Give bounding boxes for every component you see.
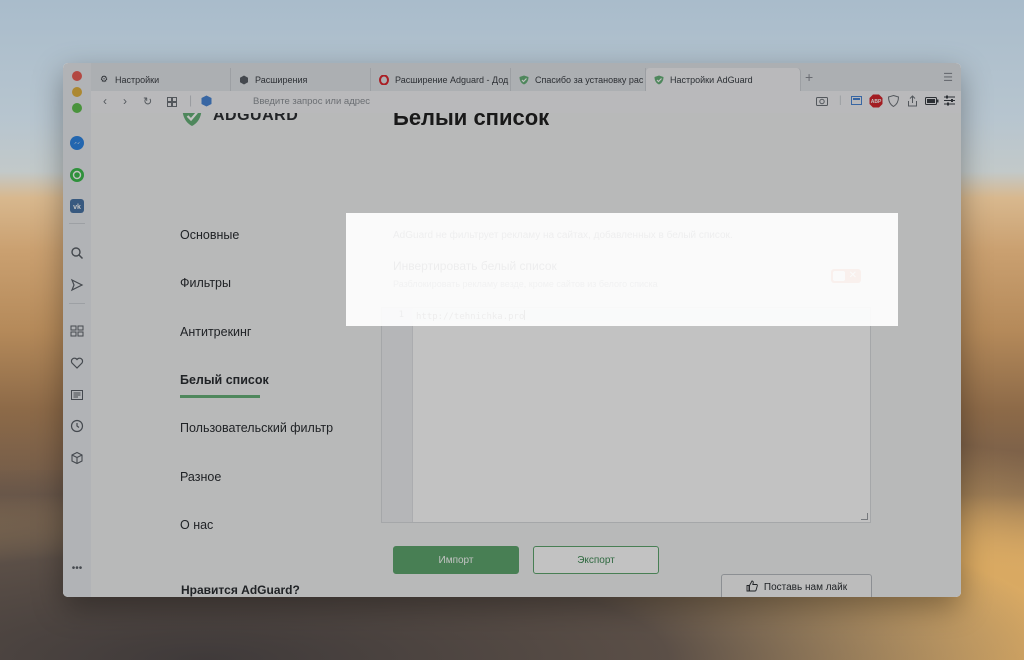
page-footer: Нравится AdGuard? Поставь нам лайк xyxy=(91,574,961,597)
reload-icon[interactable]: ↻ xyxy=(143,95,152,108)
adguard-settings-page: ADGUARD Белый список Основные Фильтры Ан… xyxy=(91,113,961,597)
toggle-knob xyxy=(833,271,845,281)
like-button[interactable]: Поставь нам лайк xyxy=(721,574,872,597)
resize-handle[interactable] xyxy=(861,513,868,520)
tab-label: Расширения xyxy=(255,74,308,85)
tabs-grid-icon[interactable] xyxy=(167,96,177,110)
history-icon[interactable] xyxy=(69,418,85,434)
tab-adguard-addon[interactable]: Расширение Adguard - Дод xyxy=(371,68,511,91)
svg-text:ABP: ABP xyxy=(871,99,882,105)
close-window-button[interactable] xyxy=(72,71,82,81)
sidebar-item-about[interactable]: О нас xyxy=(180,518,213,532)
tab-bar: ⚙ Настройки Расширения Расширение Adguar… xyxy=(91,63,961,92)
whitelist-description: AdGuard не фильтрует рекламу на сайтах, … xyxy=(393,230,733,241)
back-icon[interactable]: ‹ xyxy=(103,94,107,108)
like-label: Поставь нам лайк xyxy=(763,581,848,593)
browser-sidebar: vk ••• xyxy=(63,63,92,597)
adguard-shield-icon xyxy=(519,75,529,85)
tab-label: Настройки AdGuard xyxy=(670,74,753,85)
tab-extensions[interactable]: Расширения xyxy=(231,68,371,91)
address-bar: ‹ › ↻ | Введите запрос или адрес | ABP xyxy=(91,91,961,114)
forward-icon[interactable]: › xyxy=(123,94,127,108)
import-button[interactable]: Импорт xyxy=(393,546,519,574)
cube-icon xyxy=(239,75,249,85)
camera-icon[interactable] xyxy=(816,95,828,109)
easy-setup-icon[interactable] xyxy=(944,95,955,109)
tab-settings[interactable]: ⚙ Настройки xyxy=(91,68,231,91)
tab-label: Настройки xyxy=(115,74,160,85)
export-button[interactable]: Экспорт xyxy=(533,546,659,574)
maximize-window-button[interactable] xyxy=(72,103,82,113)
battery-icon[interactable] xyxy=(925,97,939,108)
sidebar-item-general[interactable]: Основные xyxy=(180,228,239,242)
speed-dial-icon[interactable] xyxy=(69,323,85,339)
invert-whitelist-subtitle: Разблокировать рекламу везде, кроме сайт… xyxy=(393,279,658,289)
footer-question: Нравится AdGuard? xyxy=(181,583,300,597)
gear-icon: ⚙ xyxy=(99,74,109,84)
page-title: Белый список xyxy=(393,113,550,130)
news-icon[interactable] xyxy=(69,387,85,403)
browser-window: vk ••• ⚙ Настройки Расширения Расширение… xyxy=(63,63,961,597)
text-caret xyxy=(524,310,526,320)
adguard-logo: ADGUARD xyxy=(181,113,298,127)
search-icon[interactable] xyxy=(69,245,85,261)
sidebar-item-misc[interactable]: Разное xyxy=(180,470,221,484)
logo-text: ADGUARD xyxy=(213,113,299,124)
separator: | xyxy=(839,95,842,106)
sidebar-item-user-filter[interactable]: Пользовательский фильтр xyxy=(180,421,333,435)
site-info-icon[interactable] xyxy=(201,95,212,110)
adguard-toolbar-icon[interactable] xyxy=(887,94,900,110)
extension-icon[interactable] xyxy=(851,95,862,109)
more-icon[interactable]: ••• xyxy=(69,560,85,576)
vk-icon[interactable]: vk xyxy=(69,198,85,214)
active-item-underline xyxy=(180,395,260,398)
adguard-logo-icon xyxy=(182,113,202,126)
sidebar-item-filters[interactable]: Фильтры xyxy=(180,276,231,290)
abp-icon[interactable]: ABP xyxy=(869,94,883,111)
adguard-shield-icon xyxy=(654,75,664,85)
svg-text:vk: vk xyxy=(73,204,81,211)
share-icon[interactable] xyxy=(907,95,918,110)
thumbs-up-icon xyxy=(746,580,758,595)
minimize-window-button[interactable] xyxy=(72,87,82,97)
tab-label: Расширение Adguard - Дод xyxy=(395,74,509,85)
line-numbers-gutter: 1 xyxy=(382,308,413,522)
sidebar-item-whitelist[interactable]: Белый список xyxy=(180,373,269,387)
invert-whitelist-toggle[interactable]: ✕ xyxy=(831,269,861,283)
new-tab-icon[interactable]: + xyxy=(805,69,813,85)
whatsapp-icon[interactable] xyxy=(69,167,85,183)
tab-menu-icon[interactable]: ☰ xyxy=(943,71,953,84)
tab-thanks[interactable]: Спасибо за установку рас xyxy=(511,68,646,91)
opera-icon xyxy=(379,74,389,85)
tab-adguard-settings[interactable]: Настройки AdGuard xyxy=(646,68,801,91)
separator: | xyxy=(189,93,193,107)
invert-whitelist-title: Инвертировать белый список xyxy=(393,259,557,273)
tab-label: Спасибо за установку рас xyxy=(535,74,644,85)
address-input[interactable]: Введите запрос или адрес xyxy=(253,96,370,107)
whitelist-editor[interactable]: 1 http://tehnichka.pro xyxy=(381,307,871,523)
sidebar-item-antitracking[interactable]: Антитрекинг xyxy=(180,325,252,339)
editor-line[interactable]: http://tehnichka.pro xyxy=(416,310,526,322)
send-icon[interactable] xyxy=(69,277,85,293)
editor-line-text: http://tehnichka.pro xyxy=(416,312,525,322)
toggle-off-icon: ✕ xyxy=(848,270,857,281)
messenger-icon[interactable] xyxy=(69,135,85,151)
heart-icon[interactable] xyxy=(69,355,85,371)
line-number: 1 xyxy=(398,310,404,320)
extensions-cube-icon[interactable] xyxy=(69,450,85,466)
